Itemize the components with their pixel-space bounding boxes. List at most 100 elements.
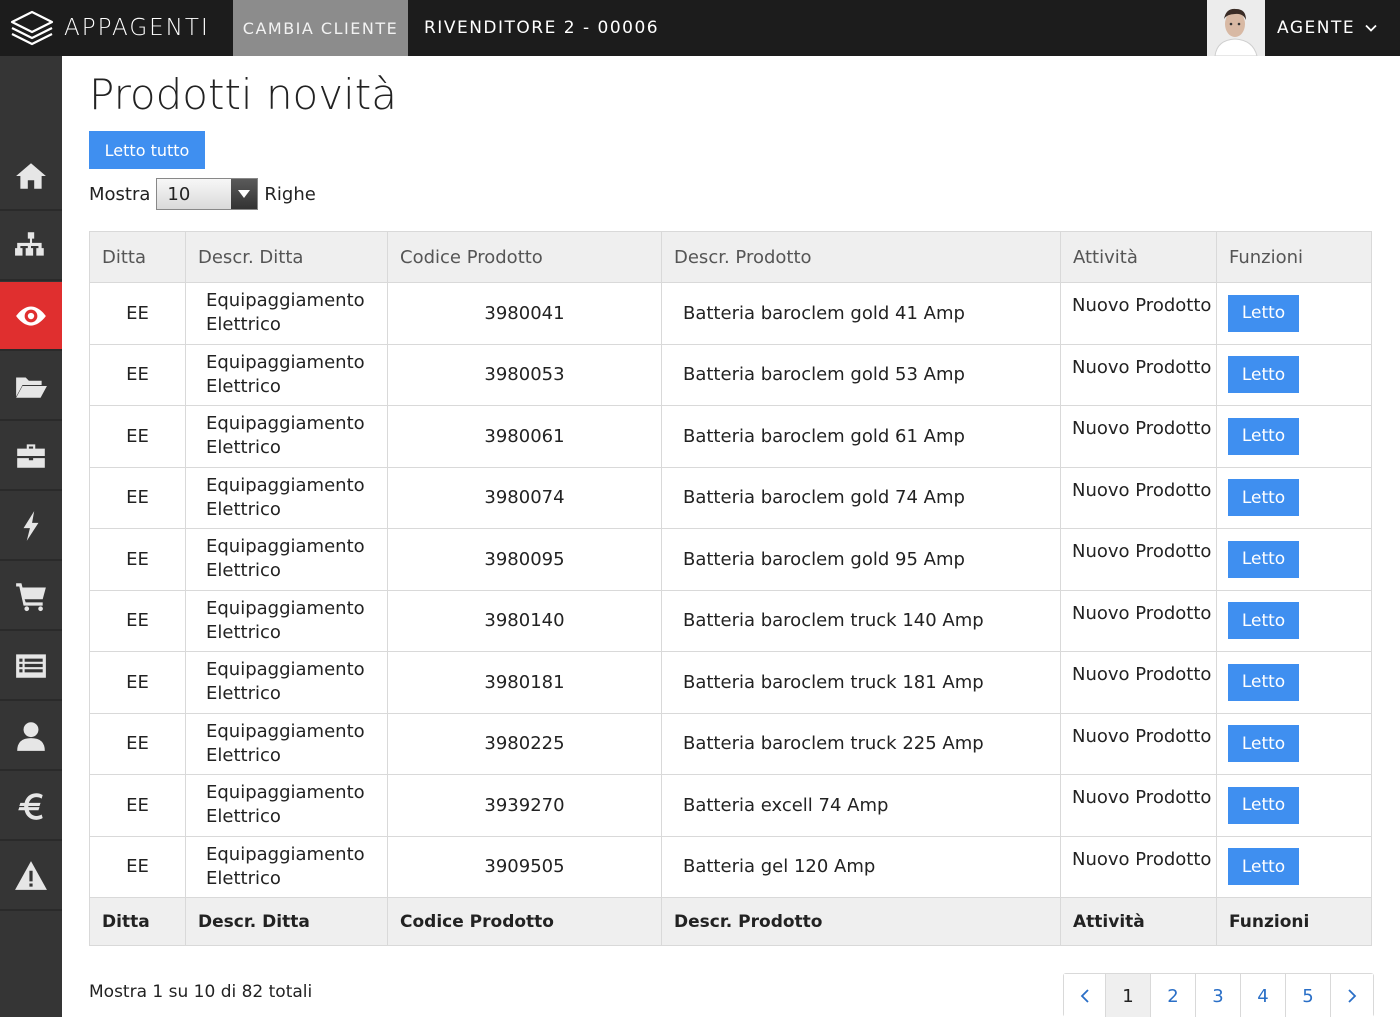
company-description-cell: Equipaggiamento Elettrico [185, 589, 388, 652]
mark-read-button[interactable]: Letto [1228, 602, 1299, 640]
functions-cell: Letto [1216, 343, 1372, 406]
activity-cell: Nuovo Prodotto [1060, 405, 1217, 468]
mark-read-button[interactable]: Letto [1228, 479, 1299, 517]
product-code-cell: 3909505 [387, 835, 662, 898]
column-header[interactable]: Descr. Prodotto [661, 231, 1061, 283]
warning-icon [15, 860, 47, 890]
pagination-info: Mostra 1 su 10 di 82 totali [89, 982, 313, 1002]
sidebar-item-orders[interactable] [0, 562, 62, 631]
change-client-button[interactable]: CAMBIA CLIENTE [233, 0, 408, 56]
company-description-cell: Equipaggiamento Elettrico [185, 405, 388, 468]
table-row: EE Equipaggiamento Elettrico 3909505 Batter… [89, 835, 1372, 898]
product-code-cell: 3980225 [387, 712, 662, 775]
ditta-cell: EE [89, 651, 186, 714]
eye-icon [16, 305, 46, 326]
product-code-cell: 3980095 [387, 528, 662, 591]
next-page-button[interactable] [1331, 974, 1373, 1017]
column-header: Funzioni [1216, 231, 1372, 283]
column-footer: Codice Prodotto [387, 897, 662, 946]
column-header[interactable]: Codice Prodotto [387, 231, 662, 283]
product-code-cell: 3980181 [387, 651, 662, 714]
table-row: EE Equipaggiamento Elettrico 3980053 Batter… [89, 343, 1372, 406]
product-description-cell: Batteria baroclem truck 225 Amp [661, 712, 1061, 775]
mark-read-button[interactable]: Letto [1228, 725, 1299, 763]
sidebar-item-portfolio[interactable] [0, 422, 62, 491]
table-header-row: Ditta Descr. Ditta Codice Prodotto Descr… [89, 231, 1372, 283]
ditta-cell: EE [89, 343, 186, 406]
mark-read-button[interactable]: Letto [1228, 786, 1299, 824]
column-header[interactable]: Attività [1060, 231, 1217, 283]
product-code-cell: 3980053 [387, 343, 662, 406]
activity-cell: Nuovo Prodotto [1060, 282, 1217, 345]
sidebar-item-lists[interactable] [0, 632, 62, 701]
products-table: Ditta Descr. Ditta Codice Prodotto Descr… [89, 231, 1372, 946]
mark-read-button[interactable]: Letto [1228, 663, 1299, 701]
rows-label: Righe [264, 183, 316, 205]
functions-cell: Letto [1216, 282, 1372, 345]
sidebar-item-payments[interactable] [0, 772, 62, 841]
functions-cell: Letto [1216, 712, 1372, 775]
functions-cell: Letto [1216, 835, 1372, 898]
product-description-cell: Batteria baroclem gold 61 Amp [661, 405, 1061, 468]
page-button[interactable]: 3 [1196, 974, 1241, 1017]
avatar-image [1207, 0, 1265, 56]
column-footer: Ditta [89, 897, 186, 946]
chevron-down-icon [1365, 24, 1377, 32]
table-row: EE Equipaggiamento Elettrico 3980074 Batter… [89, 466, 1372, 529]
table-row: EE Equipaggiamento Elettrico 3980225 Batter… [89, 712, 1372, 775]
table-footer-row: Ditta Descr. Ditta Codice Prodotto Descr… [89, 897, 1372, 946]
mark-read-button[interactable]: Letto [1228, 848, 1299, 886]
ditta-cell: EE [89, 589, 186, 652]
page-button[interactable]: 2 [1151, 974, 1196, 1017]
brand[interactable]: APPAGENTI [0, 0, 232, 56]
sidebar [0, 56, 62, 1017]
company-description-cell: Equipaggiamento Elettrico [185, 774, 388, 837]
show-label: Mostra [89, 183, 151, 205]
user-name: AGENTE [1277, 18, 1356, 38]
pagination: 1 2 3 4 5 [1063, 973, 1374, 1017]
user-menu[interactable]: AGENTE [1277, 0, 1377, 56]
functions-cell: Letto [1216, 466, 1372, 529]
cart-icon [16, 582, 46, 611]
sidebar-item-home[interactable] [0, 142, 62, 211]
sidebar-item-profile[interactable] [0, 702, 62, 771]
company-description-cell: Equipaggiamento Elettrico [185, 651, 388, 714]
sitemap-icon [15, 231, 44, 256]
list-icon [16, 653, 46, 678]
rows-per-page-select[interactable]: 10 [156, 178, 259, 210]
column-header[interactable]: Ditta [89, 231, 186, 283]
sidebar-item-alerts[interactable] [0, 842, 62, 911]
mark-all-read-button[interactable]: Letto tutto [89, 131, 205, 169]
page-button[interactable]: 1 [1106, 974, 1151, 1017]
product-code-cell: 3939270 [387, 774, 662, 837]
column-footer: Attività [1060, 897, 1217, 946]
product-description-cell: Batteria baroclem truck 181 Amp [661, 651, 1061, 714]
mark-read-button[interactable]: Letto [1228, 417, 1299, 455]
column-header[interactable]: Descr. Ditta [185, 231, 388, 283]
page-button[interactable]: 4 [1241, 974, 1286, 1017]
page-title: Prodotti novità [89, 70, 397, 119]
top-bar: APPAGENTI CAMBIA CLIENTE RIVENDITORE 2 -… [0, 0, 1400, 56]
column-footer: Descr. Ditta [185, 897, 388, 946]
euro-icon [18, 792, 43, 820]
table-row: EE Equipaggiamento Elettrico 3980041 Batter… [89, 282, 1372, 345]
ditta-cell: EE [89, 282, 186, 345]
sidebar-item-folders[interactable] [0, 352, 62, 421]
rows-per-page-value: 10 [167, 183, 191, 205]
sidebar-item-activity[interactable] [0, 492, 62, 561]
table-row: EE Equipaggiamento Elettrico 3980140 Batter… [89, 589, 1372, 652]
table-row: EE Equipaggiamento Elettrico 3939270 Batter… [89, 774, 1372, 837]
sidebar-item-news[interactable] [0, 282, 62, 351]
mark-read-button[interactable]: Letto [1228, 294, 1299, 332]
prev-page-button[interactable] [1064, 974, 1106, 1017]
mark-read-button[interactable]: Letto [1228, 540, 1299, 578]
column-footer: Descr. Prodotto [661, 897, 1061, 946]
company-description-cell: Equipaggiamento Elettrico [185, 466, 388, 529]
mark-read-button[interactable]: Letto [1228, 356, 1299, 394]
home-icon [16, 162, 46, 189]
avatar[interactable] [1207, 0, 1265, 56]
activity-cell: Nuovo Prodotto [1060, 651, 1217, 714]
page-button[interactable]: 5 [1286, 974, 1331, 1017]
product-code-cell: 3980041 [387, 282, 662, 345]
sidebar-item-network[interactable] [0, 212, 62, 281]
